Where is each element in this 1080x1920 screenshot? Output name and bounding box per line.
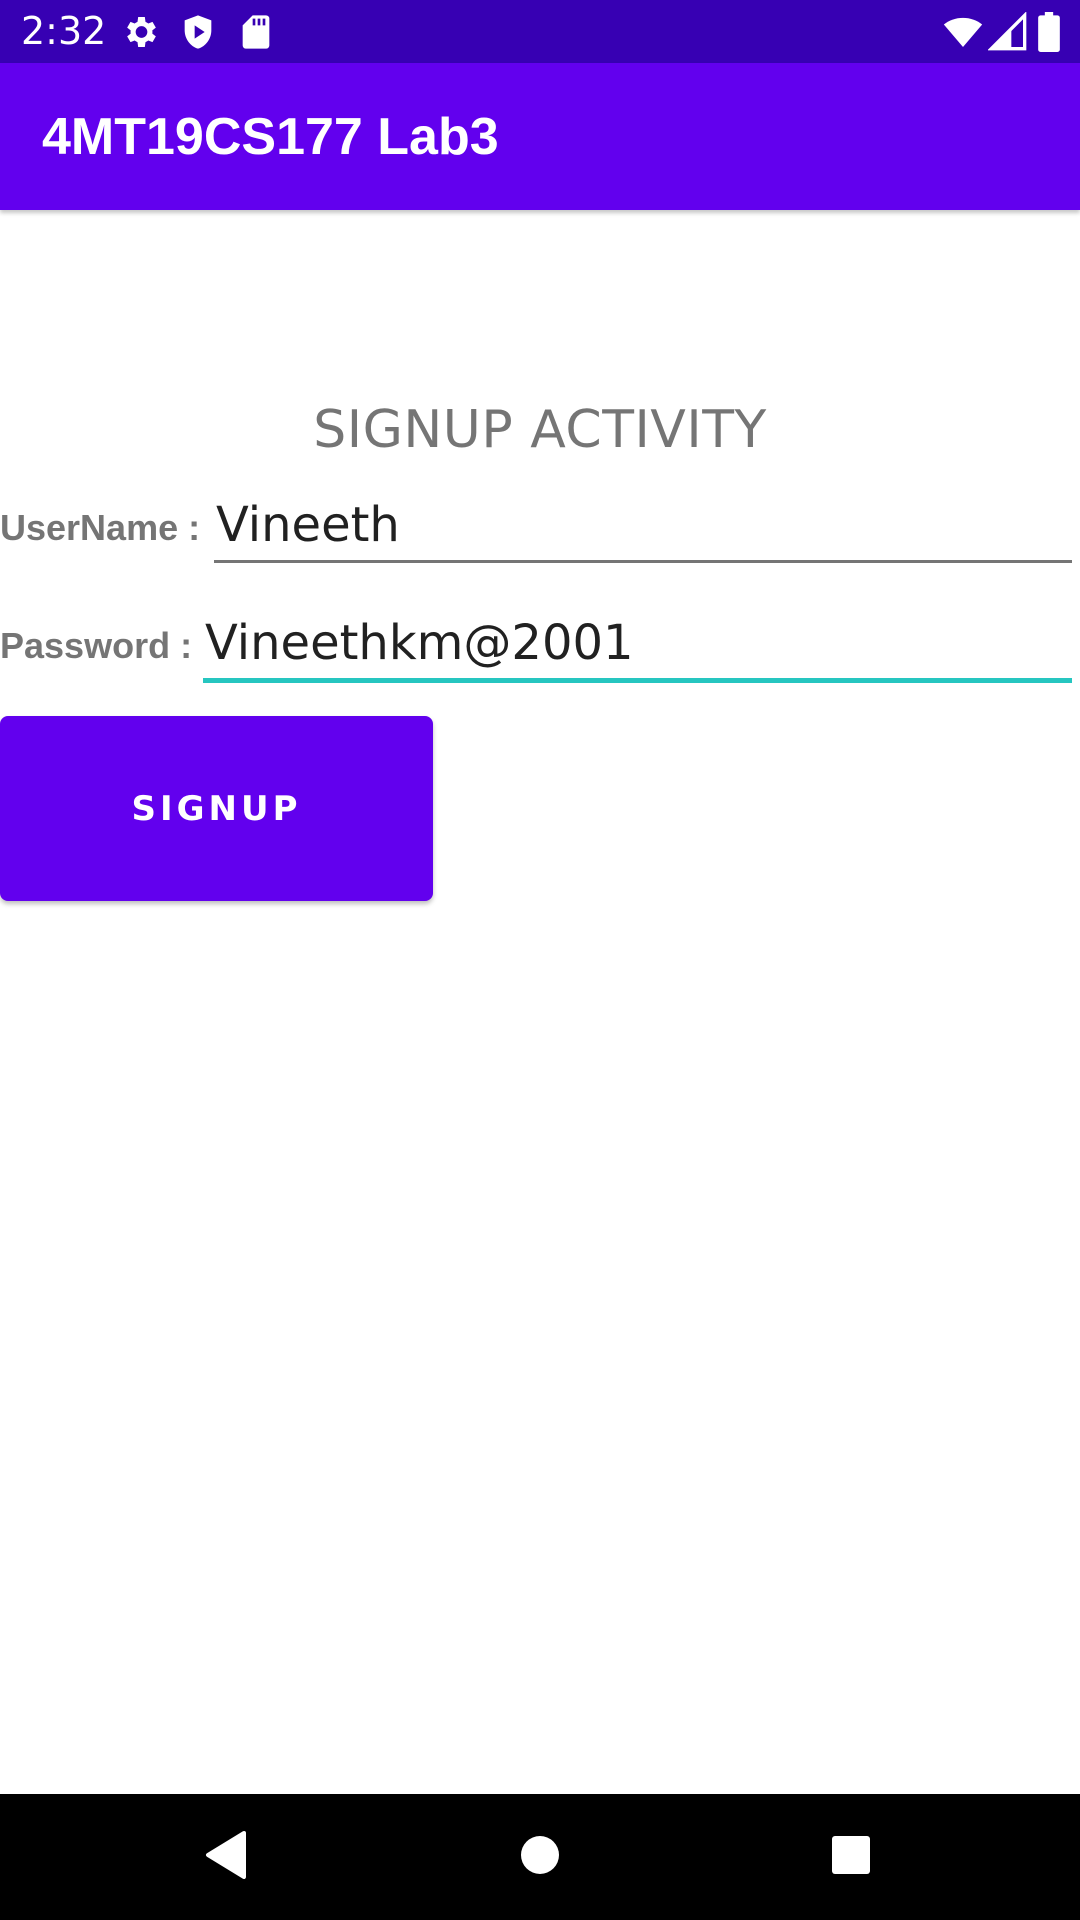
password-label: Password :	[0, 625, 193, 666]
signal-icon	[987, 11, 1028, 52]
status-time: 2:32	[21, 9, 107, 53]
screen-heading: SIGNUP ACTIVITY	[313, 400, 767, 460]
shield-play-icon	[178, 12, 218, 52]
recents-button[interactable]	[781, 1794, 921, 1920]
password-input[interactable]	[203, 608, 1072, 683]
app-bar: 4MT19CS177 Lab3	[0, 63, 1080, 210]
navigation-bar	[0, 1794, 1080, 1920]
back-button[interactable]	[156, 1794, 296, 1920]
username-label: UserName :	[0, 507, 201, 548]
home-button[interactable]	[470, 1794, 610, 1920]
gear-icon	[120, 12, 160, 52]
recents-icon	[831, 1835, 871, 1880]
home-icon	[520, 1835, 560, 1880]
status-bar: 2:32	[0, 0, 1080, 63]
sd-card-icon	[236, 12, 276, 52]
back-icon	[204, 1830, 248, 1884]
signup-button[interactable]: SIGNUP	[0, 716, 433, 901]
app-title: 4MT19CS177 Lab3	[42, 108, 499, 166]
wifi-icon	[942, 12, 984, 52]
battery-icon	[1036, 12, 1062, 53]
username-input[interactable]	[214, 490, 1072, 563]
